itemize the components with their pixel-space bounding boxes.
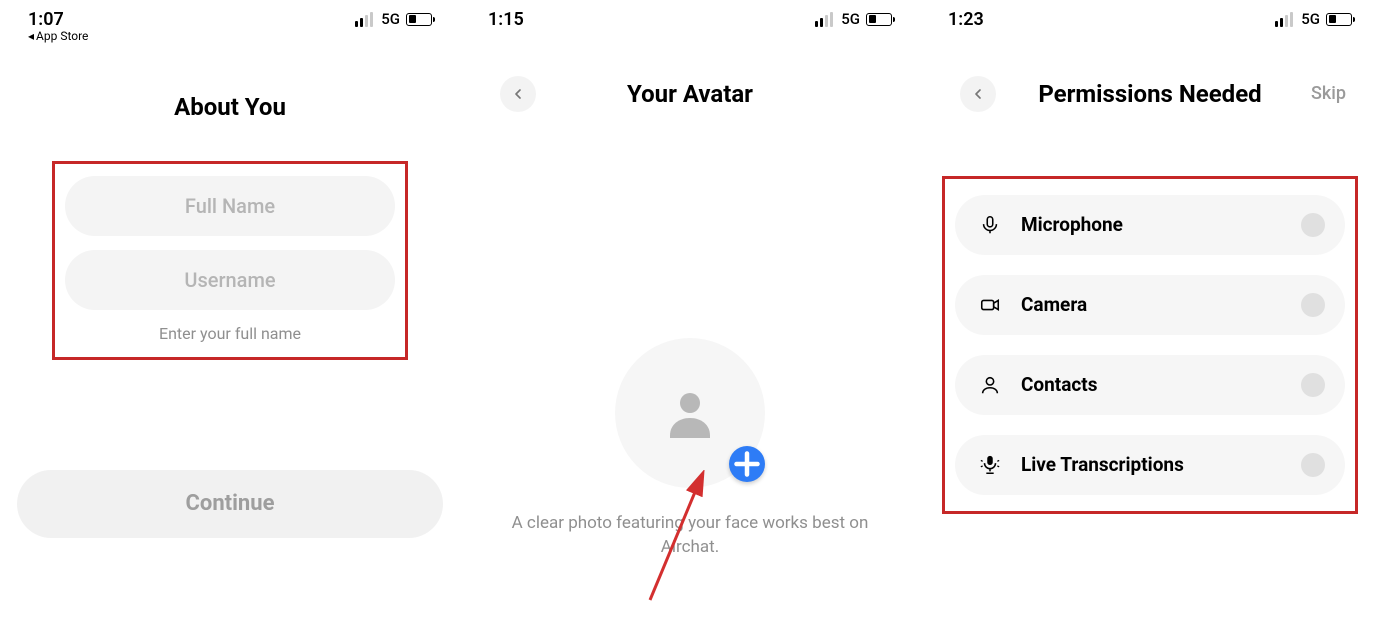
permission-toggle[interactable] [1301,373,1325,397]
permission-label: Contacts [1021,373,1301,396]
permission-live-transcriptions[interactable]: Live Transcriptions [955,435,1345,495]
permission-toggle[interactable] [1301,453,1325,477]
chevron-left-icon [970,86,986,102]
permission-label: Microphone [1021,213,1301,236]
permission-toggle[interactable] [1301,293,1325,317]
form-hint: Enter your full name [65,324,395,343]
back-button[interactable] [960,76,996,112]
avatar-placeholder[interactable] [615,338,765,488]
username-field[interactable]: Username [65,250,395,310]
page-title: Your Avatar [627,80,753,108]
status-bar: 1:23 5G [932,0,1368,30]
camera-icon [977,292,1003,318]
status-time: 1:07 [28,10,88,30]
back-to-appstore[interactable]: App Store [28,30,88,43]
battery-icon [1326,13,1352,26]
nav-header: Your Avatar [472,80,908,108]
signal-icon [355,12,373,27]
person-icon [660,383,720,443]
status-right: 5G [1275,10,1352,28]
battery-icon [406,13,432,26]
plus-icon [729,434,765,494]
nav-header: Permissions Needed Skip [932,80,1368,108]
page-title: About You [174,93,286,121]
chevron-left-icon [510,86,526,102]
permission-camera[interactable]: Camera [955,275,1345,335]
permission-microphone[interactable]: Microphone [955,195,1345,255]
status-time: 1:23 [948,10,984,30]
battery-icon [866,13,892,26]
fullname-field[interactable]: Full Name [65,176,395,236]
status-time: 1:15 [488,10,524,30]
annotation-highlight: Full Name Username Enter your full name [52,161,408,360]
add-avatar-button[interactable] [729,446,765,482]
annotation-highlight: Microphone Camera Contacts [942,176,1358,514]
permission-label: Camera [1021,293,1301,316]
signal-icon [815,12,833,27]
signal-icon [1275,12,1293,27]
contacts-icon [977,372,1003,398]
network-label: 5G [1301,10,1320,28]
network-label: 5G [381,10,400,28]
screen-about-you: 1:07 App Store 5G About You Full Name Us… [0,0,460,638]
page-title: Permissions Needed [1038,80,1261,108]
status-bar: 1:07 App Store 5G [12,0,448,43]
permission-label: Live Transcriptions [1021,453,1301,476]
avatar-caption: A clear photo featuring your face works … [510,512,870,560]
status-right: 5G [355,10,432,28]
screen-permissions: 1:23 5G Permissions Needed Skip [920,0,1380,638]
status-bar: 1:15 5G [472,0,908,30]
permission-toggle[interactable] [1301,213,1325,237]
continue-button[interactable]: Continue [17,470,443,538]
skip-button[interactable]: Skip [1311,83,1346,104]
back-button[interactable] [500,76,536,112]
nav-header: About You [12,93,448,121]
permission-contacts[interactable]: Contacts [955,355,1345,415]
status-right: 5G [815,10,892,28]
microphone-icon [977,212,1003,238]
screen-your-avatar: 1:15 5G Your Avatar [460,0,920,638]
transcription-icon [977,452,1003,478]
network-label: 5G [841,10,860,28]
